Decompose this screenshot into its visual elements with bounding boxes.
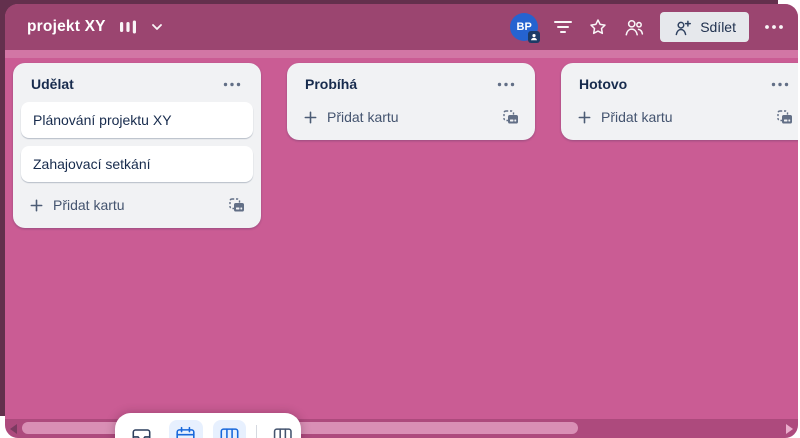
inbox-icon[interactable] (125, 420, 159, 438)
avatar-guest-badge-icon (528, 31, 540, 43)
list-footer: Přidat kartu (295, 102, 527, 132)
overflow-menu-icon[interactable] (764, 24, 784, 30)
switch-boards-icon[interactable] (267, 420, 301, 438)
add-card-label: Přidat kartu (53, 197, 125, 213)
board-header-actions: BP Sdílet (510, 12, 784, 42)
card-title: Zahajovací setkání (33, 156, 151, 172)
scroll-right-arrow[interactable] (786, 424, 793, 434)
create-from-template-icon[interactable] (223, 191, 251, 219)
plus-icon (577, 110, 592, 125)
planner-icon[interactable] (169, 420, 203, 438)
list-menu-icon[interactable] (767, 80, 793, 89)
board-top-highlight (5, 50, 798, 58)
plus-icon (29, 198, 44, 213)
list-title[interactable]: Hotovo (579, 76, 627, 92)
list-menu-icon[interactable] (219, 80, 245, 89)
add-card-button[interactable]: Přidat kartu (571, 102, 771, 132)
screen: projekt XY BP (0, 0, 800, 438)
create-from-template-icon[interactable] (497, 103, 525, 131)
members-icon[interactable] (623, 17, 645, 37)
board-title-group: projekt XY (27, 18, 164, 36)
board-header: projekt XY BP (5, 4, 798, 50)
lists-row: Udělat Plánování projektu XY Zahajovací … (13, 63, 798, 228)
create-from-template-icon[interactable] (771, 103, 798, 131)
card[interactable]: Plánování projektu XY (21, 102, 253, 138)
list-header: Udělat (21, 71, 253, 102)
list-header: Probíhá (295, 71, 527, 102)
list-hotovo: Hotovo Přidat kartu (561, 63, 798, 140)
list-footer: Přidat kartu (21, 190, 253, 220)
board-canvas: Udělat Plánování projektu XY Zahajovací … (5, 50, 798, 438)
board-views-icon[interactable] (119, 19, 137, 35)
star-icon[interactable] (588, 17, 608, 37)
card[interactable]: Zahajovací setkání (21, 146, 253, 182)
plus-icon (303, 110, 318, 125)
add-card-label: Přidat kartu (327, 109, 399, 125)
board-view-icon[interactable] (213, 420, 247, 438)
filter-icon[interactable] (553, 18, 573, 36)
list-footer: Přidat kartu (569, 102, 798, 132)
list-title[interactable]: Udělat (31, 76, 74, 92)
list-title[interactable]: Probíhá (305, 76, 357, 92)
list-menu-icon[interactable] (493, 80, 519, 89)
card-title: Plánování projektu XY (33, 112, 172, 128)
list-probiha: Probíhá Přidat kartu (287, 63, 535, 140)
toolbar-divider (256, 425, 257, 438)
person-plus-icon (673, 19, 692, 36)
avatar[interactable]: BP (510, 13, 538, 41)
trello-board-window: projekt XY BP (5, 4, 798, 438)
share-button-label: Sdílet (700, 19, 736, 35)
share-button[interactable]: Sdílet (660, 12, 749, 42)
list-udelat: Udělat Plánování projektu XY Zahajovací … (13, 63, 261, 228)
add-card-button[interactable]: Přidat kartu (297, 102, 497, 132)
list-header: Hotovo (569, 71, 798, 102)
board-title[interactable]: projekt XY (27, 18, 106, 36)
view-switcher-toolbar (115, 413, 301, 438)
chevron-down-icon[interactable] (150, 20, 164, 34)
scroll-left-arrow[interactable] (10, 424, 17, 434)
add-card-button[interactable]: Přidat kartu (23, 190, 223, 220)
add-card-label: Přidat kartu (601, 109, 673, 125)
